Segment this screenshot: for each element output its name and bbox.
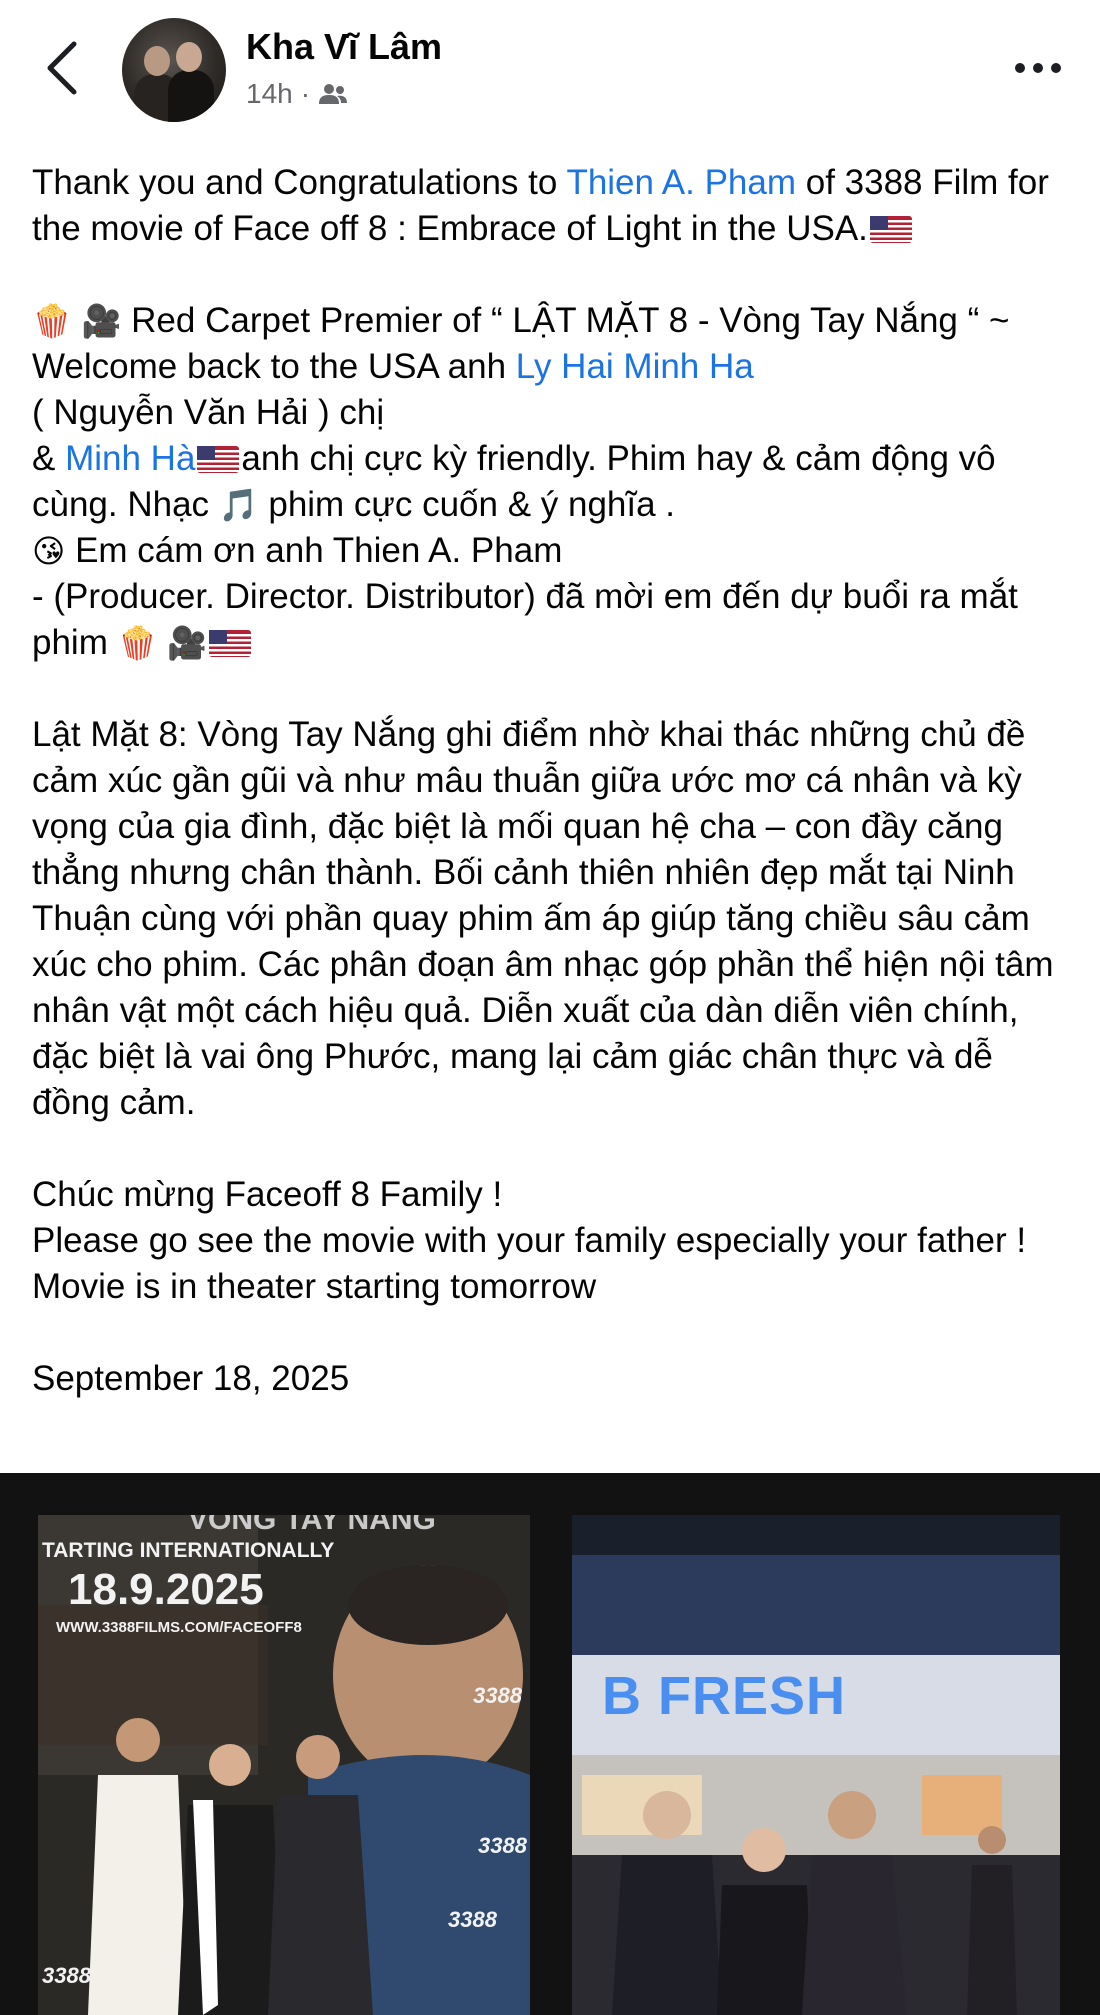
- post-header: Kha Vĩ Lâm 14h ·: [0, 0, 1100, 150]
- kiss-face-emoji-icon: 😘: [32, 532, 66, 570]
- post-paragraph-3: Lật Mặt 8: Vòng Tay Nắng ghi điểm nhờ kh…: [32, 715, 1064, 1122]
- poster-logo-3388: 3388: [42, 1963, 91, 1988]
- popcorn-emoji-icon: 🍿: [32, 302, 72, 340]
- camera-emoji-icon: 🎥: [81, 302, 122, 340]
- post-body: Thank you and Congratulations to Thien A…: [32, 160, 1072, 1402]
- more-options-icon[interactable]: [1010, 48, 1066, 88]
- post-paragraph-4-line-2: Please go see the movie with your family…: [32, 1221, 1036, 1306]
- photo-gallery: VÒNG TAY NẮNG TARTING INTERNATIONALLY 18…: [0, 1473, 1100, 2015]
- store-sign-b-fresh: B FRESH: [602, 1666, 847, 1726]
- post-date-text: September 18, 2025: [32, 1359, 350, 1398]
- text-segment: phim cực cuốn & ý nghĩa .: [268, 485, 676, 524]
- post-paragraph-1: Thank you and Congratulations to Thien A…: [32, 160, 1072, 252]
- poster-logo-3388: 3388: [448, 1907, 497, 1932]
- meta-separator: ·: [300, 78, 311, 109]
- premiere-photo-1[interactable]: VÒNG TAY NẮNG TARTING INTERNATIONALLY 18…: [38, 1515, 530, 2015]
- us-flag-icon: [869, 216, 912, 243]
- popcorn-emoji-icon: 🍿: [117, 624, 158, 662]
- poster-starting-text: TARTING INTERNATIONALLY: [42, 1539, 335, 1562]
- us-flag-icon: [197, 446, 240, 473]
- premiere-photo-2-art: [572, 1515, 1060, 2015]
- friends-icon: [319, 84, 348, 104]
- back-arrow-icon[interactable]: [40, 38, 84, 98]
- poster-top-text: VÒNG TAY NẮNG: [188, 1515, 436, 1536]
- us-flag-icon: [209, 630, 252, 657]
- post-paragraph-4-line-1: Chúc mừng Faceoff 8 Family !: [32, 1175, 503, 1214]
- post-time[interactable]: 14h: [246, 78, 293, 110]
- mention-thien-a-pham[interactable]: Thien A. Pham: [566, 163, 796, 202]
- author-name[interactable]: Kha Vĩ Lâm: [246, 26, 442, 68]
- author-avatar[interactable]: [122, 18, 226, 122]
- poster-date-text: 18.9.2025: [68, 1565, 264, 1614]
- mention-ly-hai-minh-ha[interactable]: Ly Hai Minh Ha: [516, 347, 754, 386]
- post-paragraph-2: 🍿 🎥 Red Carpet Premier of “ LẬT MẶT 8 - …: [32, 298, 1072, 666]
- poster-logo-3388: 3388: [473, 1683, 522, 1708]
- premiere-photo-2[interactable]: B FRESH: [572, 1515, 1060, 2015]
- text-segment: Thank you and Congratulations to: [32, 163, 567, 202]
- poster-url-text: WWW.3388FILMS.COM/FACEOFF8: [56, 1619, 302, 1636]
- camera-emoji-icon: 🎥: [167, 624, 208, 662]
- mention-minh-ha[interactable]: Minh Hà: [65, 439, 195, 478]
- music-note-emoji-icon: 🎵: [218, 486, 259, 524]
- post-meta: 14h ·: [246, 78, 348, 110]
- poster-logo-3388: 3388: [478, 1833, 527, 1858]
